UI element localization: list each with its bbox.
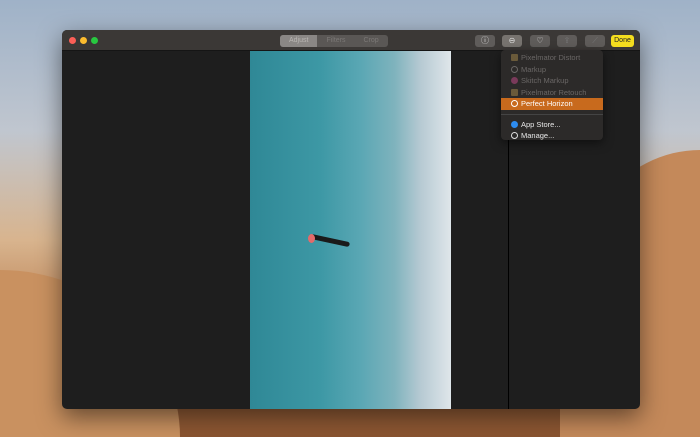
- surfer-figure: [309, 233, 351, 248]
- menu-item-app-store[interactable]: App Store...: [501, 119, 603, 131]
- tab-filters[interactable]: Filters: [317, 35, 354, 47]
- menu-separator: [501, 113, 603, 115]
- markup-icon: [511, 65, 518, 73]
- skitch-icon: [511, 77, 518, 85]
- edit-mode-tabs: Adjust Filters Crop: [280, 35, 388, 47]
- perfect-horizon-icon: [511, 100, 518, 108]
- menu-item-pixelmator-distort: Pixelmator Distort: [501, 52, 603, 64]
- surfboard: [308, 234, 315, 243]
- menu-item-perfect-horizon[interactable]: Perfect Horizon: [501, 98, 603, 110]
- tab-adjust[interactable]: Adjust: [280, 35, 318, 47]
- info-button[interactable]: ⓘ: [475, 35, 495, 47]
- extensions-menu: Pixelmator Distort Markup Skitch Markup …: [501, 50, 603, 140]
- share-icon[interactable]: ⇪: [557, 35, 577, 47]
- menu-item-skitch-markup: Skitch Markup: [501, 75, 603, 87]
- close-button[interactable]: [69, 37, 76, 44]
- magic-wand-icon[interactable]: ⟋: [585, 35, 605, 47]
- done-button[interactable]: Done: [611, 35, 634, 47]
- tab-crop[interactable]: Crop: [355, 35, 388, 47]
- minimize-button[interactable]: [80, 37, 87, 44]
- menu-item-manage[interactable]: Manage...: [501, 130, 603, 142]
- favorite-heart-icon[interactable]: ♡: [530, 35, 550, 47]
- app-store-icon: [511, 120, 518, 128]
- pixelmator-icon: [511, 88, 518, 96]
- title-bar: Adjust Filters Crop ⓘ ⊖ ♡ ⇪ ⟋ Done: [62, 30, 640, 51]
- manage-icon: [511, 132, 518, 140]
- menu-item-markup: Markup: [501, 64, 603, 76]
- menu-item-pixelmator-retouch: Pixelmator Retouch: [501, 87, 603, 99]
- extensions-button[interactable]: ⊖: [502, 35, 522, 47]
- zoom-button[interactable]: [91, 37, 98, 44]
- photo-canvas[interactable]: [250, 51, 451, 409]
- pixelmator-icon: [511, 54, 518, 62]
